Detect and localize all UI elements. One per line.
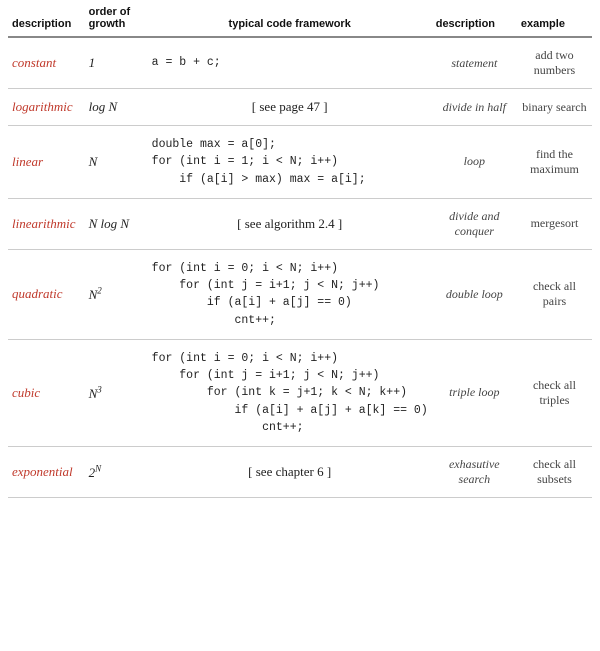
row-code: for (int i = 0; i < N; i++) for (int j =…: [148, 339, 432, 446]
table-body: constant1a = b + c;statementadd two numb…: [8, 37, 592, 498]
row-description2: divide in half: [432, 89, 517, 126]
row-description2: triple loop: [432, 339, 517, 446]
row-order: 2N: [85, 447, 148, 498]
row-code: a = b + c;: [148, 37, 432, 89]
row-example: add two numbers: [517, 37, 592, 89]
main-table-container: description order of growth typical code…: [0, 0, 600, 498]
row-description: cubic: [8, 339, 85, 446]
complexity-table: description order of growth typical code…: [8, 0, 592, 498]
row-code: [ see page 47 ]: [148, 89, 432, 126]
header-description: description: [8, 0, 85, 37]
row-description2: exhasutive search: [432, 447, 517, 498]
table-row: linearithmicN log N[ see algorithm 2.4 ]…: [8, 198, 592, 249]
row-description2: divide and conquer: [432, 198, 517, 249]
row-order: N: [85, 126, 148, 199]
row-order: N2: [85, 249, 148, 339]
table-header: description order of growth typical code…: [8, 0, 592, 37]
row-code: for (int i = 0; i < N; i++) for (int j =…: [148, 249, 432, 339]
row-code: double max = a[0]; for (int i = 1; i < N…: [148, 126, 432, 199]
row-description2: loop: [432, 126, 517, 199]
row-description: constant: [8, 37, 85, 89]
row-example: check all pairs: [517, 249, 592, 339]
header-example: example: [517, 0, 592, 37]
table-row: cubicN3for (int i = 0; i < N; i++) for (…: [8, 339, 592, 446]
row-example: binary search: [517, 89, 592, 126]
row-description2: double loop: [432, 249, 517, 339]
row-code: [ see chapter 6 ]: [148, 447, 432, 498]
header-order-of-growth: order of growth: [85, 0, 148, 37]
row-order: 1: [85, 37, 148, 89]
row-example: check all subsets: [517, 447, 592, 498]
table-row: logarithmiclog N[ see page 47 ]divide in…: [8, 89, 592, 126]
row-description: logarithmic: [8, 89, 85, 126]
row-description2: statement: [432, 37, 517, 89]
table-row: quadraticN2for (int i = 0; i < N; i++) f…: [8, 249, 592, 339]
header-typical-code: typical code framework: [148, 0, 432, 37]
row-example: check all triples: [517, 339, 592, 446]
row-description: linearithmic: [8, 198, 85, 249]
row-description: linear: [8, 126, 85, 199]
header-description2: description: [432, 0, 517, 37]
row-example: mergesort: [517, 198, 592, 249]
table-row: constant1a = b + c;statementadd two numb…: [8, 37, 592, 89]
row-description: quadratic: [8, 249, 85, 339]
row-order: log N: [85, 89, 148, 126]
table-row: linearNdouble max = a[0]; for (int i = 1…: [8, 126, 592, 199]
row-description: exponential: [8, 447, 85, 498]
row-code: [ see algorithm 2.4 ]: [148, 198, 432, 249]
table-row: exponential2N[ see chapter 6 ]exhasutive…: [8, 447, 592, 498]
row-order: N3: [85, 339, 148, 446]
row-order: N log N: [85, 198, 148, 249]
row-example: find the maximum: [517, 126, 592, 199]
